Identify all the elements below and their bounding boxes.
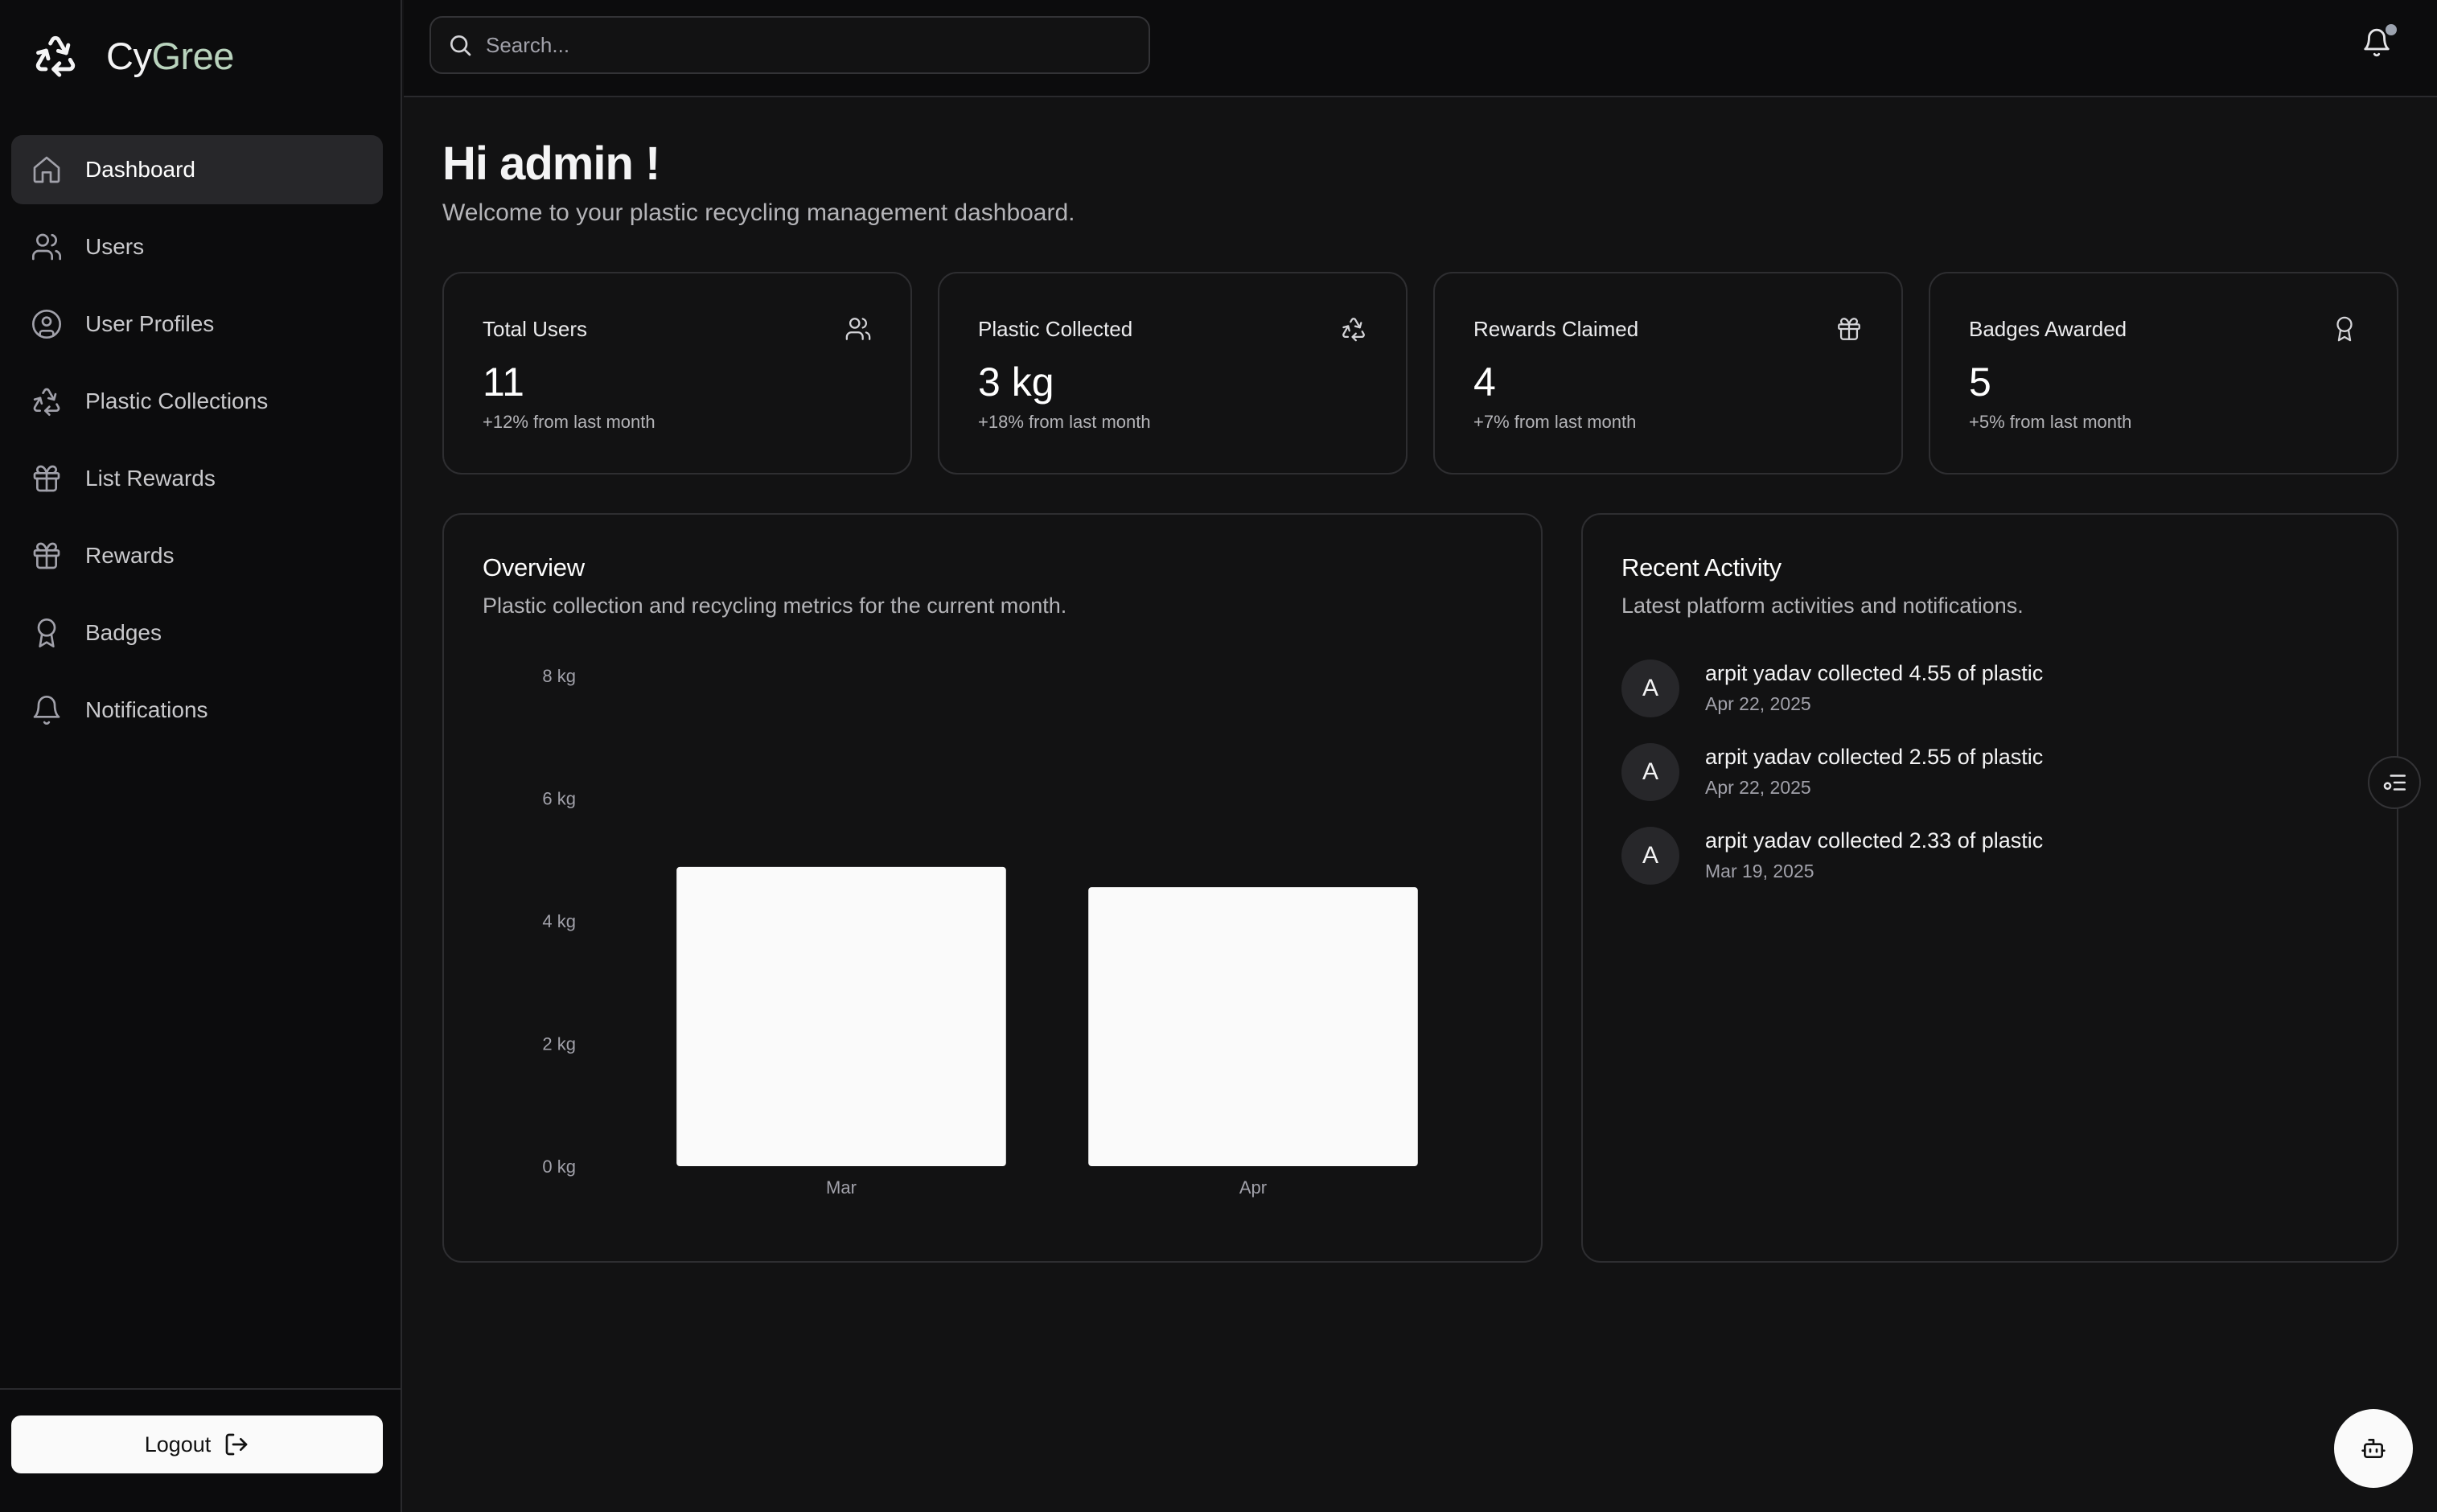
stat-label: Badges Awarded xyxy=(1969,317,2127,341)
stat-change: +7% from last month xyxy=(1473,412,1637,432)
stat-change: +12% from last month xyxy=(483,412,655,432)
recycle-icon xyxy=(1340,315,1367,343)
brand[interactable]: CyGree xyxy=(32,32,234,79)
recycle-logo-icon xyxy=(32,32,79,79)
sidebar-item-rewards[interactable]: Rewards xyxy=(11,521,383,590)
chatbot-button[interactable] xyxy=(2334,1409,2413,1488)
overview-bar-chart: 0 kg 2 kg 4 kg 6 kg 8 kg Mar Apr xyxy=(542,666,1418,1198)
notification-dot xyxy=(2386,24,2397,35)
search-icon xyxy=(447,32,473,58)
bell-icon xyxy=(31,694,63,726)
sidebar-item-dashboard[interactable]: Dashboard xyxy=(11,135,383,204)
search-box[interactable] xyxy=(429,16,1150,74)
stat-value: 4 xyxy=(1473,360,1496,405)
avatar: A xyxy=(1621,659,1679,717)
sidebar-item-label: Badges xyxy=(85,620,162,645)
sidebar-item-label: Rewards xyxy=(85,543,175,568)
sidebar-item-label: List Rewards xyxy=(85,466,216,491)
sidebar-item-label: Notifications xyxy=(85,697,208,722)
stat-label: Rewards Claimed xyxy=(1473,317,1639,341)
award-icon xyxy=(2331,315,2358,343)
y-tick-label: 0 kg xyxy=(542,1157,576,1177)
sidebar-item-users[interactable]: Users xyxy=(11,212,383,281)
bot-icon xyxy=(2361,1436,2386,1461)
activity-text: arpit yadav collected 4.55 of plastic xyxy=(1705,661,2044,685)
activity-item[interactable]: A arpit yadav collected 2.33 of plastic … xyxy=(1621,827,2345,891)
activity-item[interactable]: A arpit yadav collected 2.55 of plastic … xyxy=(1621,743,2345,807)
x-tick-label: Apr xyxy=(1239,1177,1267,1198)
gift-icon xyxy=(31,540,63,572)
overview-panel: Overview Plastic collection and recyclin… xyxy=(442,513,1543,1263)
stat-label: Plastic Collected xyxy=(978,317,1133,341)
recent-activity-panel: Recent Activity Latest platform activiti… xyxy=(1581,513,2398,1263)
page-subtitle: Welcome to your plastic recycling manage… xyxy=(442,199,1075,226)
notifications-button[interactable] xyxy=(2361,24,2397,63)
sidebar-item-label: Plastic Collections xyxy=(85,388,269,413)
activity-item[interactable]: A arpit yadav collected 4.55 of plastic … xyxy=(1621,659,2345,724)
sidebar-divider xyxy=(0,1388,401,1390)
sidebar-item-badges[interactable]: Badges xyxy=(11,598,383,668)
logout-label: Logout xyxy=(144,1432,212,1457)
sidebar-item-label: User Profiles xyxy=(85,311,215,336)
x-tick-label: Mar xyxy=(826,1177,857,1198)
stat-value: 3 kg xyxy=(978,360,1054,405)
sidebar-nav: Dashboard Users User Profiles Plastic Co… xyxy=(11,135,383,753)
sidebar-item-label: Dashboard xyxy=(85,157,195,182)
home-icon xyxy=(31,154,63,186)
activity-description: Latest platform activities and notificat… xyxy=(1621,594,2024,618)
avatar: A xyxy=(1621,743,1679,801)
stat-card-plastic-collected: Plastic Collected 3 kg +18% from last mo… xyxy=(938,272,1408,475)
stat-card-rewards-claimed: Rewards Claimed 4 +7% from last month xyxy=(1433,272,1903,475)
side-panel-toggle-button[interactable] xyxy=(2368,756,2421,809)
logout-button[interactable]: Logout xyxy=(11,1415,383,1473)
stat-card-total-users: Total Users 11 +12% from last month xyxy=(442,272,912,475)
users-icon xyxy=(31,231,63,263)
award-icon xyxy=(31,617,63,649)
y-tick-label: 6 kg xyxy=(542,789,576,809)
sidebar-item-user-profiles[interactable]: User Profiles xyxy=(11,290,383,359)
stat-change: +5% from last month xyxy=(1969,412,2132,432)
sidebar-item-list-rewards[interactable]: List Rewards xyxy=(11,444,383,513)
gift-icon xyxy=(1835,315,1863,343)
sidebar-item-label: Users xyxy=(85,234,145,259)
logout-icon xyxy=(224,1432,249,1457)
stat-change: +18% from last month xyxy=(978,412,1151,432)
activity-text: arpit yadav collected 2.55 of plastic xyxy=(1705,745,2044,769)
activity-text: arpit yadav collected 2.33 of plastic xyxy=(1705,828,2044,853)
avatar: A xyxy=(1621,827,1679,885)
users-icon xyxy=(845,315,872,343)
top-header xyxy=(404,0,2437,97)
activity-title: Recent Activity xyxy=(1621,553,1782,581)
recycle-icon xyxy=(31,385,63,417)
activity-date: Mar 19, 2025 xyxy=(1705,861,1814,881)
sidebar-item-notifications[interactable]: Notifications xyxy=(11,676,383,745)
gift-icon xyxy=(31,462,63,495)
search-input[interactable] xyxy=(484,31,1149,59)
bar-mar[interactable] xyxy=(676,866,1006,1166)
activity-date: Apr 22, 2025 xyxy=(1705,693,1811,714)
stat-card-badges-awarded: Badges Awarded 5 +5% from last month xyxy=(1929,272,2398,475)
stat-value: 11 xyxy=(483,360,524,405)
stat-label: Total Users xyxy=(483,317,588,341)
user-circle-icon xyxy=(31,308,63,340)
activity-date: Apr 22, 2025 xyxy=(1705,777,1811,798)
sidebar: CyGree Dashboard Users User Profiles Pla… xyxy=(0,0,402,1512)
bar-apr[interactable] xyxy=(1088,887,1418,1166)
y-tick-label: 4 kg xyxy=(542,911,576,931)
page-title: Hi admin ! xyxy=(442,138,660,190)
y-tick-label: 2 kg xyxy=(542,1034,576,1054)
y-tick-label: 8 kg xyxy=(542,666,576,686)
stat-value: 5 xyxy=(1969,360,1991,405)
brand-name: CyGree xyxy=(106,34,234,77)
sidebar-item-plastic-collections[interactable]: Plastic Collections xyxy=(11,367,383,436)
list-settings-icon xyxy=(2381,769,2408,796)
